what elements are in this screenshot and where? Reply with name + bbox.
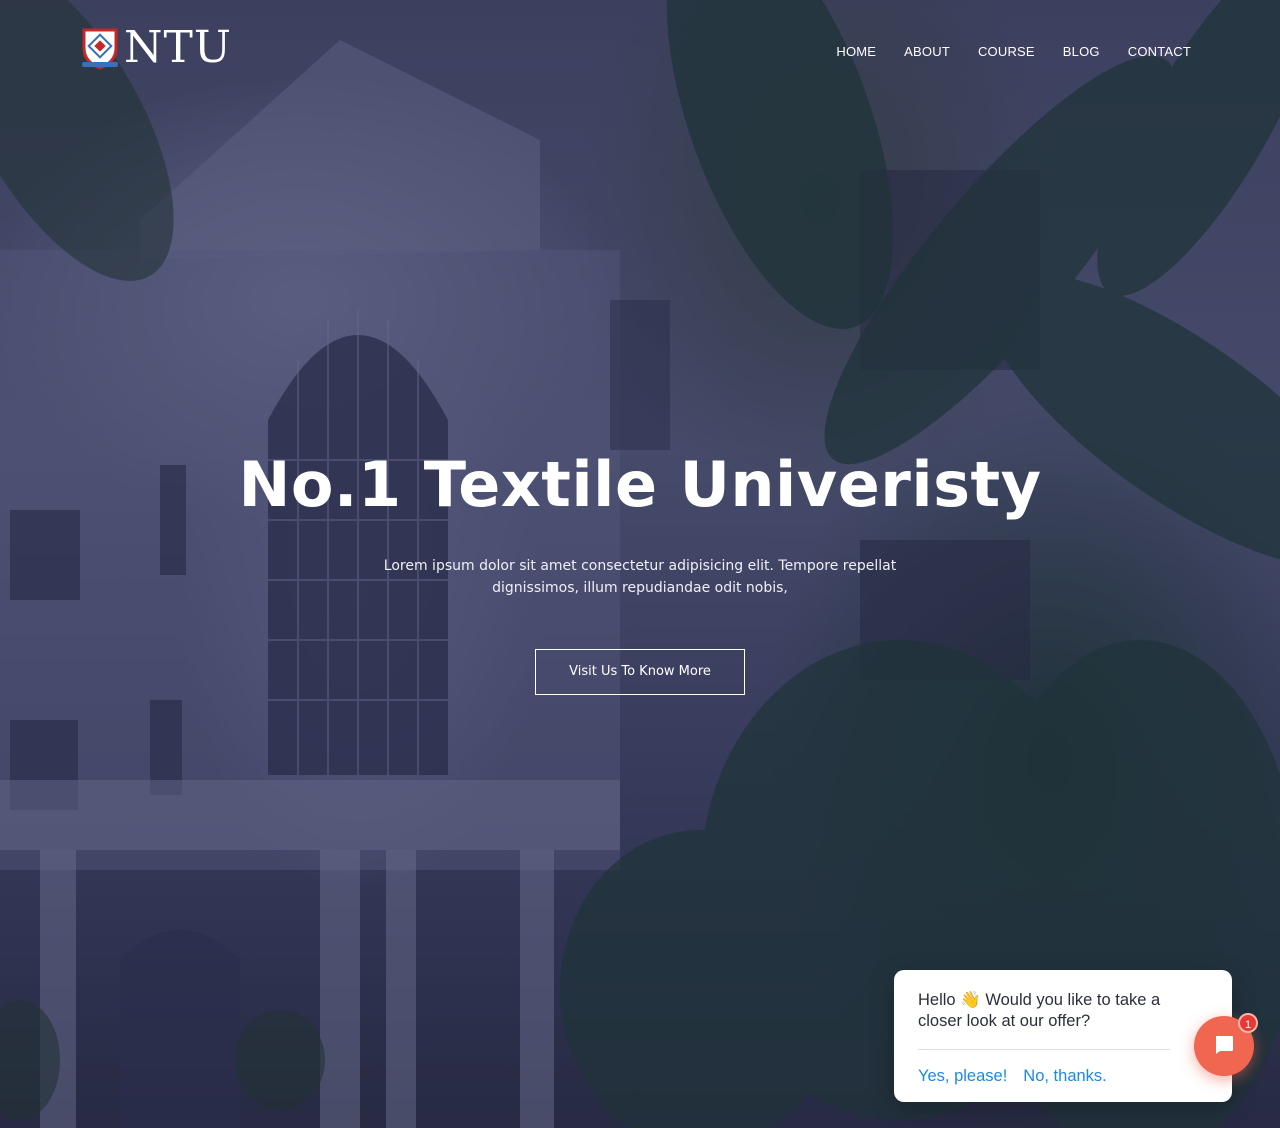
chat-message: Hello 👋 Would you like to take a closer … xyxy=(918,991,1161,1030)
main-menu: HOME ABOUT COURSE BLOG CONTACT xyxy=(836,44,1191,59)
shield-crest-icon xyxy=(80,26,120,70)
chat-actions: Yes, please! No, thanks. xyxy=(918,1067,1208,1086)
brand-name: NTU xyxy=(124,22,232,73)
chat-popup: Hello 👋 Would you like to take a closer … xyxy=(894,970,1232,1102)
nav-home-link[interactable]: HOME xyxy=(836,44,876,59)
nav-contact-link[interactable]: CONTACT xyxy=(1128,44,1191,59)
nav-blog-link[interactable]: BLOG xyxy=(1063,44,1100,59)
chat-divider xyxy=(918,1049,1170,1050)
top-navbar: NTU HOME ABOUT COURSE BLOG CONTACT xyxy=(0,0,1280,105)
hero-title: No.1 Textile Univeristy xyxy=(238,448,1042,521)
chat-decline-button[interactable]: No, thanks. xyxy=(1023,1067,1106,1086)
visit-us-button[interactable]: Visit Us To Know More xyxy=(535,649,745,695)
nav-about-link[interactable]: ABOUT xyxy=(904,44,950,59)
nav-course-link[interactable]: COURSE xyxy=(978,44,1035,59)
notification-badge: 1 xyxy=(1238,1013,1258,1033)
chat-accept-button[interactable]: Yes, please! xyxy=(918,1067,1007,1086)
site-logo[interactable]: NTU xyxy=(80,24,232,72)
chat-bubble-icon xyxy=(1213,1033,1235,1059)
hero-content: No.1 Textile Univeristy Lorem ipsum dolo… xyxy=(0,445,1280,695)
hero-subtitle: Lorem ipsum dolor sit amet consectetur a… xyxy=(383,558,897,596)
